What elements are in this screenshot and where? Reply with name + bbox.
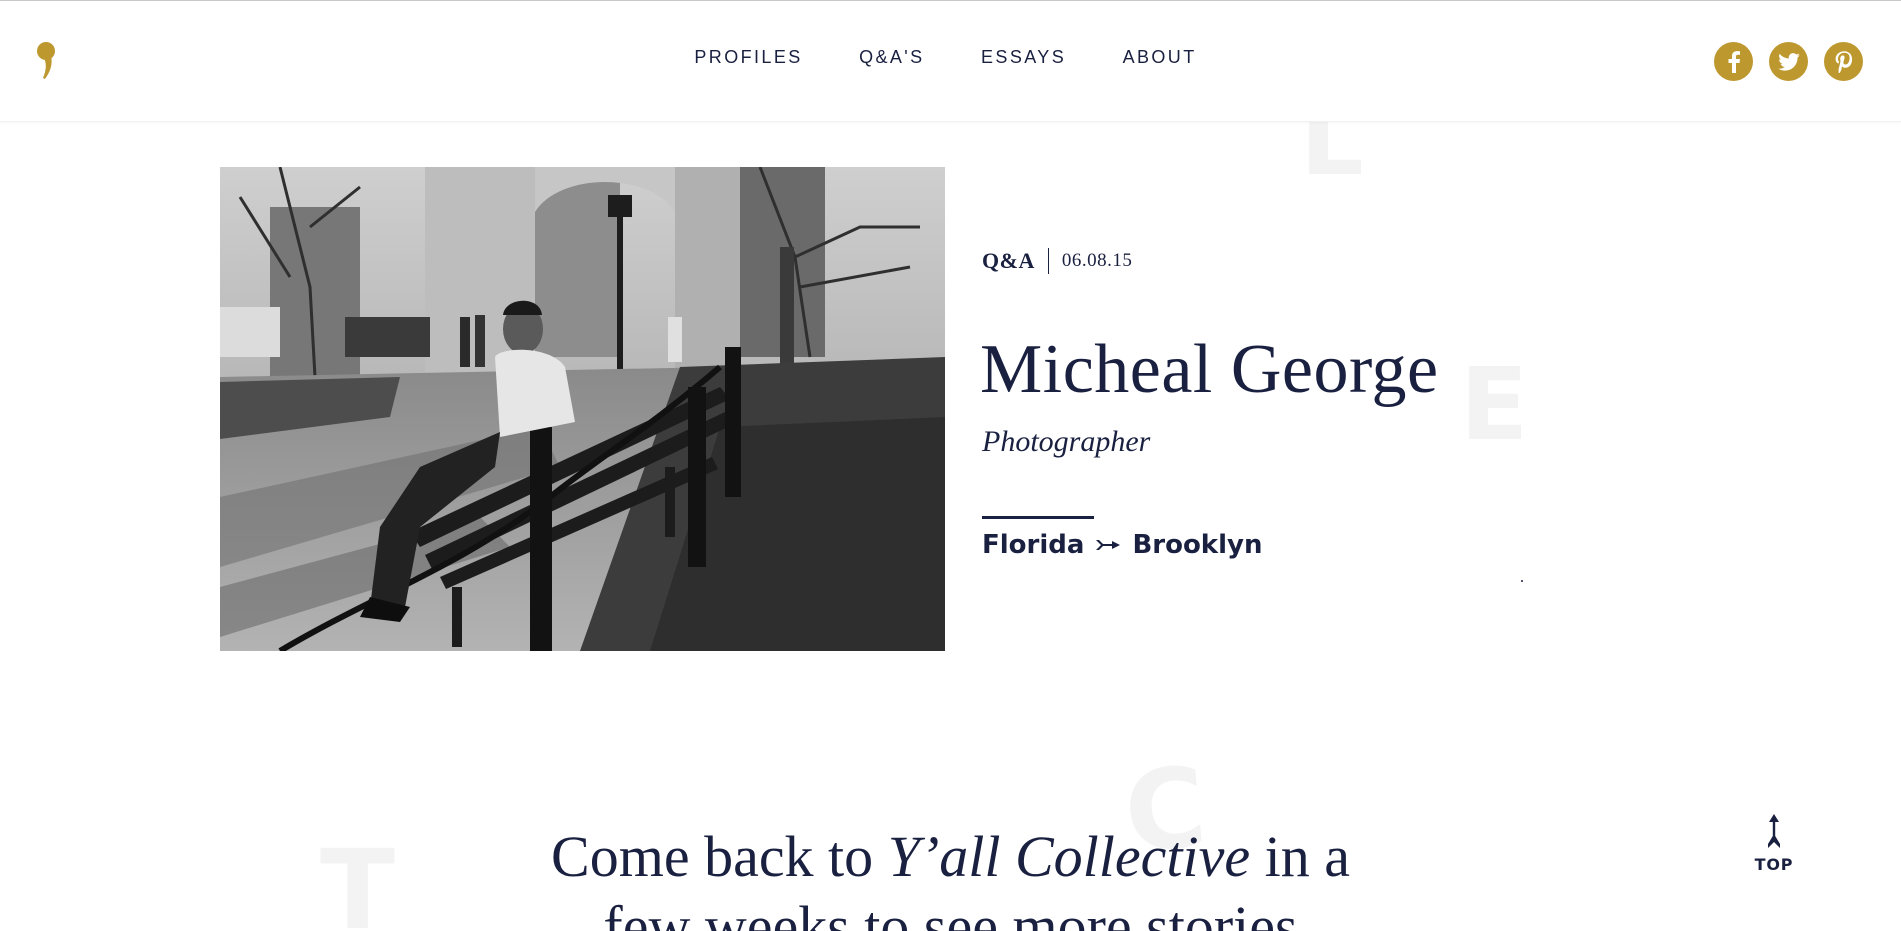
facebook-button[interactable] (1714, 42, 1753, 81)
twitter-button[interactable] (1769, 42, 1808, 81)
brand-name: Y’all Collective (887, 824, 1251, 889)
nav-essays[interactable]: ESSAYS (981, 47, 1066, 68)
pinterest-icon (1835, 50, 1852, 73)
profile-role: Photographer (982, 425, 1151, 458)
profile-photo (220, 167, 945, 651)
page: PROFILES Q&A'S ESSAYS ABOUT L E C T Q&A … (0, 0, 1901, 931)
nav-qas[interactable]: Q&A'S (859, 47, 924, 68)
social-links (1714, 42, 1863, 81)
watermark-letter: E (1460, 346, 1529, 463)
pinterest-button[interactable] (1824, 42, 1863, 81)
location-route: Florida Brooklyn (982, 530, 1262, 560)
closing-message: Come back to Y’all Collective in a few w… (0, 822, 1901, 931)
message-lead: Come back to (551, 824, 888, 889)
closing-message-line2: few weeks to see more stories (603, 894, 1298, 931)
back-to-top-button[interactable]: TOP (1754, 814, 1794, 878)
divider-rule (982, 516, 1094, 519)
facebook-icon (1728, 50, 1740, 73)
decorative-dot (1521, 580, 1523, 582)
main-nav: PROFILES Q&A'S ESSAYS ABOUT (0, 47, 1901, 68)
message-tail: in a (1250, 824, 1350, 889)
back-to-top-label: TOP (1754, 855, 1794, 874)
nav-about[interactable]: ABOUT (1123, 47, 1197, 68)
arrow-up-icon (1768, 814, 1780, 848)
meta-divider (1047, 248, 1049, 274)
site-header: PROFILES Q&A'S ESSAYS ABOUT (0, 1, 1901, 122)
closing-message-line1: Come back to Y’all Collective in a (0, 822, 1901, 892)
profile-name: Micheal George (980, 331, 1439, 408)
post-date: 06.08.15 (1061, 250, 1133, 271)
origin-location: Florida (982, 530, 1085, 560)
post-meta: Q&A 06.08.15 (982, 248, 1132, 274)
post-type: Q&A (982, 248, 1035, 273)
twitter-icon (1777, 52, 1800, 71)
arrow-right-icon (1096, 538, 1121, 552)
nav-profiles[interactable]: PROFILES (694, 47, 802, 68)
destination-location: Brooklyn (1132, 530, 1263, 560)
